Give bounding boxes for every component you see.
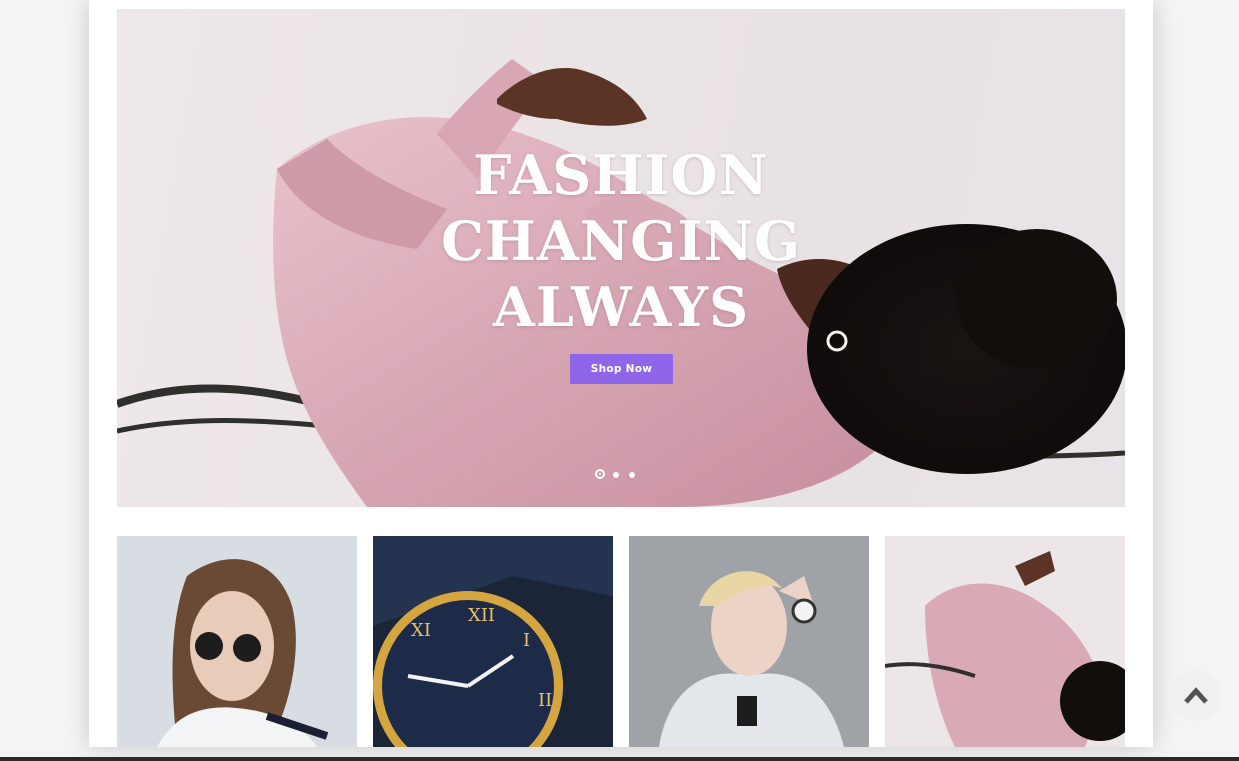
scroll-to-top-button[interactable] xyxy=(1170,670,1221,721)
svg-text:XII: XII xyxy=(468,605,495,626)
slider-pagination xyxy=(595,469,655,483)
category-card-watch[interactable]: XI XII I II xyxy=(373,536,613,747)
hero-title-line-3: ALWAYS xyxy=(492,275,750,339)
category-card-sportswear[interactable] xyxy=(629,536,869,747)
category-card-pink-fashion[interactable] xyxy=(885,536,1125,747)
shop-now-button[interactable]: Shop Now xyxy=(570,354,673,384)
svg-text:I: I xyxy=(523,630,530,651)
hero-title-line-1: FASHION xyxy=(473,143,769,207)
slider-dot-1[interactable] xyxy=(595,469,605,479)
slider-dot-2[interactable] xyxy=(613,472,619,478)
hero-title-line-2: CHANGING xyxy=(440,209,802,273)
chevron-up-icon xyxy=(1183,686,1208,704)
sunglasses-woman-image xyxy=(117,536,357,747)
bottom-bar xyxy=(0,757,1239,761)
category-card-sunglasses[interactable] xyxy=(117,536,357,747)
wristwatch-image: XI XII I II xyxy=(373,536,613,747)
page-container: FASHION CHANGING ALWAYS Shop Now XI XII … xyxy=(89,0,1153,747)
hero-slider: FASHION CHANGING ALWAYS Shop Now xyxy=(117,9,1125,507)
category-grid: XI XII I II xyxy=(117,536,1125,747)
slider-dot-3[interactable] xyxy=(629,472,635,478)
pink-shirt-woman-image xyxy=(885,536,1125,747)
svg-text:II: II xyxy=(538,690,552,711)
hoodie-woman-image xyxy=(629,536,869,747)
svg-text:XI: XI xyxy=(411,620,431,641)
